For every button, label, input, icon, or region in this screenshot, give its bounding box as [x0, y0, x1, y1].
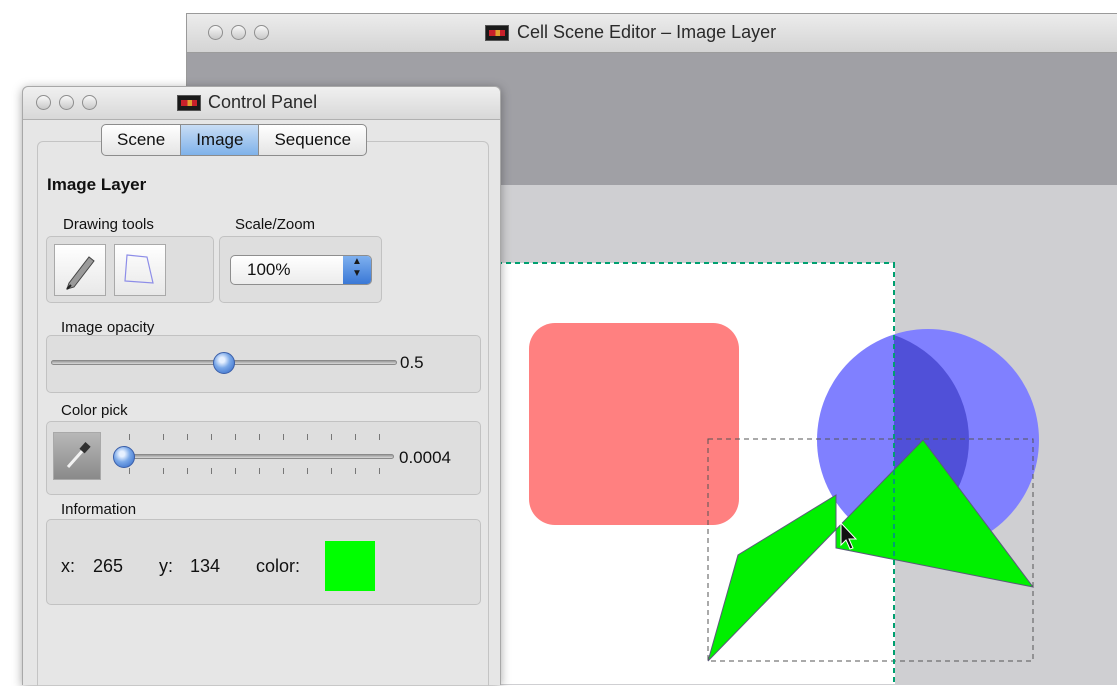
information-group: x: 265 y: 134 color: — [46, 519, 481, 605]
updown-arrows-icon: ▲ ▼ — [343, 256, 371, 284]
pencil-tool-button[interactable] — [54, 244, 106, 296]
scale-zoom-label: Scale/Zoom — [235, 216, 316, 233]
opacity-value: 0.5 — [400, 353, 424, 372]
panel-titlebar: Control Panel — [23, 87, 500, 120]
color-pick-group: 0.0004 — [46, 421, 481, 495]
zoom-select[interactable]: 100% ▲ ▼ — [230, 255, 372, 285]
zoom-select-value: 100% — [247, 260, 291, 279]
eyedropper-button[interactable] — [53, 432, 101, 480]
color-pick-slider-knob[interactable] — [113, 446, 136, 468]
drawing-tools-label: Drawing tools — [63, 216, 154, 233]
polygon-tool-button[interactable] — [114, 244, 166, 296]
polygon-icon — [124, 254, 154, 284]
information-label: Information — [61, 501, 137, 518]
color-pick-ticks — [129, 434, 380, 474]
panel-minimize-button[interactable] — [59, 95, 74, 110]
x-value: 265 — [93, 556, 124, 576]
color-pick-value: 0.0004 — [399, 448, 451, 467]
tab-scene[interactable]: Scene — [102, 125, 182, 155]
panel-app-icon — [177, 95, 201, 111]
color-swatch — [325, 541, 375, 591]
color-label: color: — [256, 556, 301, 576]
color-pick-slider-track[interactable] — [115, 454, 394, 459]
y-label: y: — [159, 556, 174, 576]
opacity-slider-knob[interactable] — [213, 352, 235, 374]
panel-zoom-button[interactable] — [82, 95, 97, 110]
color-pick-label: Color pick — [61, 402, 128, 419]
tab-sequence[interactable]: Sequence — [259, 125, 366, 155]
scale-zoom-group: 100% ▲ ▼ — [219, 236, 382, 303]
image-opacity-label: Image opacity — [61, 319, 155, 336]
pencil-icon — [66, 256, 95, 290]
x-label: x: — [61, 556, 76, 576]
drawing-tools-group — [46, 236, 214, 303]
panel-close-button[interactable] — [36, 95, 51, 110]
image-opacity-group: 0.5 — [46, 335, 481, 393]
control-panel: Control Panel Scene Image Sequence Image… — [22, 86, 501, 686]
eyedropper-icon — [66, 442, 91, 468]
tab-bar: Scene Image Sequence — [101, 124, 368, 156]
panel-title: Control Panel — [208, 92, 318, 112]
section-title: Image Layer — [47, 175, 147, 194]
tab-image[interactable]: Image — [181, 125, 260, 155]
y-value: 134 — [190, 556, 221, 576]
